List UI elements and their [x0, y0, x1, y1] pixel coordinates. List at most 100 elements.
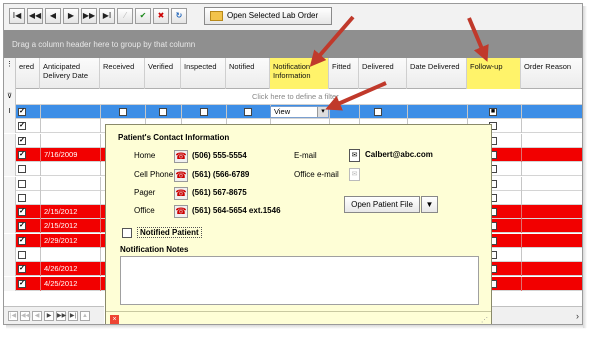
last-record-button[interactable]: ▶I — [99, 8, 115, 24]
phone-icon[interactable]: ☎ — [174, 169, 188, 182]
nav-up-icon[interactable]: ▲ — [80, 311, 90, 321]
column-header[interactable]: Inspected — [181, 58, 226, 89]
table-row[interactable]: I ✓ ■ View ▾ — [4, 105, 582, 119]
column-header[interactable]: Fitted — [329, 58, 359, 89]
column-header[interactable]: Received — [100, 58, 145, 89]
ordered-checkbox[interactable]: ✓ — [18, 208, 26, 217]
first-record-button[interactable]: I◀ — [9, 8, 25, 24]
phone-number: (561) 564-5654 ext.1546 — [192, 206, 281, 215]
record-navigator: |◀ ◀◀ ◀ ▶ ▶▶ ▶| ▲ — [4, 306, 104, 324]
column-header[interactable]: Follow-up — [467, 58, 521, 89]
popup-title: Patient's Contact Information — [118, 133, 230, 142]
cell-divider — [40, 133, 41, 148]
row-indicator — [4, 248, 16, 262]
email-label: E-mail — [294, 151, 317, 160]
refresh-button[interactable]: ↻ — [171, 8, 187, 24]
column-header[interactable]: Delivered — [359, 58, 407, 89]
cell-divider — [100, 233, 101, 248]
phone-type-label: Home — [134, 151, 156, 160]
open-patient-file-dropdown[interactable]: ▼ — [421, 196, 438, 213]
filter-row[interactable]: ⊽ Click here to define a filter — [4, 89, 582, 105]
column-header[interactable]: Anticipated Delivery Date — [40, 58, 100, 89]
nav-next-page-icon[interactable]: ▶▶ — [56, 311, 66, 321]
row-checkbox[interactable]: ■ — [489, 108, 497, 116]
notification-notes-input[interactable] — [120, 256, 479, 305]
cell-divider — [329, 105, 330, 119]
cell-divider — [521, 219, 522, 234]
column-header[interactable]: Order Reason — [521, 58, 582, 89]
nav-last-icon[interactable]: ▶| — [68, 311, 78, 321]
ordered-checkbox[interactable]: ✓ — [18, 136, 26, 145]
next-record-button[interactable]: ▶ — [63, 8, 79, 24]
previous-record-button[interactable]: ◀ — [45, 8, 61, 24]
ordered-checkbox[interactable]: ✓ — [18, 222, 26, 231]
cell-divider — [40, 205, 41, 220]
next-page-button[interactable]: ▶▶ — [81, 8, 97, 24]
cell-divider — [521, 233, 522, 248]
nav-prev-icon[interactable]: ◀ — [32, 311, 42, 321]
column-header[interactable]: Verified — [145, 58, 181, 89]
open-lab-order-label: Open Selected Lab Order — [227, 11, 319, 20]
cell-divider — [40, 248, 41, 262]
phone-icon[interactable]: ☎ — [174, 150, 188, 163]
column-chooser-icon[interactable]: ⋮ — [4, 58, 16, 89]
email-value[interactable]: Calbert@abc.com — [365, 150, 433, 159]
chevron-down-icon[interactable]: ▾ — [317, 107, 328, 117]
cell-divider — [521, 205, 522, 220]
notified-patient-label[interactable]: Notified Patient — [137, 227, 202, 238]
cell-divider — [407, 105, 408, 119]
horizontal-scrollbar[interactable]: › — [492, 306, 582, 324]
open-patient-file-button[interactable]: Open Patient File — [344, 196, 420, 213]
nav-next-icon[interactable]: ▶ — [44, 311, 54, 321]
ordered-checkbox[interactable] — [18, 251, 26, 259]
cell-divider — [521, 262, 522, 277]
ordered-checkbox[interactable] — [18, 193, 26, 202]
row-indicator — [4, 162, 16, 177]
ordered-checkbox[interactable]: ✓ — [18, 236, 26, 245]
phone-icon[interactable]: ☎ — [174, 205, 188, 218]
notification-view-combo[interactable]: View ▾ — [270, 106, 329, 118]
folder-icon — [210, 11, 223, 21]
row-checkbox[interactable] — [200, 108, 208, 116]
ordered-checkbox[interactable]: ✓ — [18, 279, 26, 288]
open-selected-lab-order-button[interactable]: Open Selected Lab Order — [204, 7, 332, 25]
row-checkbox[interactable] — [119, 108, 127, 116]
column-header[interactable]: Date Delivered — [407, 58, 467, 89]
ordered-checkbox[interactable]: ✓ — [18, 122, 26, 131]
group-by-panel[interactable]: Drag a column header here to group by th… — [4, 30, 582, 58]
row-indicator — [4, 219, 16, 234]
email-icon[interactable]: ✉ — [349, 149, 360, 162]
edit-button[interactable]: ⁄ — [117, 8, 133, 24]
column-header[interactable]: Notified — [226, 58, 270, 89]
row-checkbox[interactable] — [374, 108, 382, 116]
lab-order-window: I◀ ◀◀ ◀ ▶ ▶▶ ▶I ⁄ ✔ ✖ ↻ Open Selected Lab Order D… — [3, 3, 583, 325]
scroll-right-icon[interactable]: › — [576, 311, 579, 321]
office-email-icon[interactable]: ✉ — [349, 168, 360, 181]
row-checkbox[interactable] — [159, 108, 167, 116]
column-header[interactable]: ered — [16, 58, 40, 89]
column-header[interactable]: Notification Information — [270, 58, 329, 89]
anticipated-delivery-date: 2/29/2012 — [44, 235, 78, 245]
ordered-checkbox[interactable] — [18, 165, 26, 174]
ordered-checkbox[interactable]: ✓ — [18, 108, 26, 116]
nav-prev-page-icon[interactable]: ◀◀ — [20, 311, 30, 321]
cell-divider — [100, 119, 101, 134]
cell-divider — [40, 147, 41, 162]
ordered-checkbox[interactable]: ✓ — [18, 150, 26, 159]
nav-first-icon[interactable]: |◀ — [8, 311, 18, 321]
confirm-button[interactable]: ✔ — [135, 8, 151, 24]
close-icon[interactable]: × — [110, 315, 119, 324]
previous-page-button[interactable]: ◀◀ — [27, 8, 43, 24]
phone-icon[interactable]: ☎ — [174, 187, 188, 200]
row-checkbox[interactable] — [244, 108, 252, 116]
resize-grip-icon[interactable]: ⋰ — [481, 316, 488, 324]
anticipated-delivery-date: 4/26/2012 — [44, 264, 78, 274]
cell-divider — [40, 276, 41, 291]
notified-patient-checkbox[interactable] — [122, 228, 132, 238]
ordered-checkbox[interactable] — [18, 179, 26, 188]
cell-divider — [521, 105, 522, 119]
ordered-checkbox[interactable]: ✓ — [18, 265, 26, 274]
cell-divider — [226, 105, 227, 119]
filter-row-text: Click here to define a filter — [252, 92, 339, 101]
cancel-button[interactable]: ✖ — [153, 8, 169, 24]
